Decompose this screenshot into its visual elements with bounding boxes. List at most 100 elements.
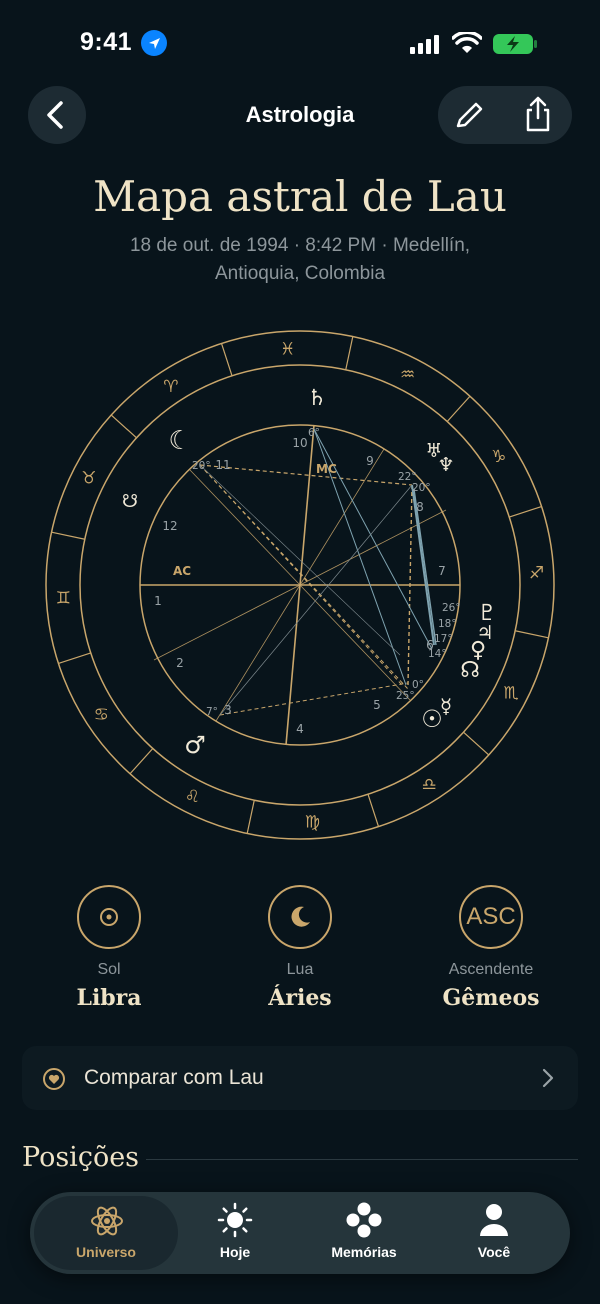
ascendant-icon: ASC: [459, 885, 523, 949]
sun-sign-card[interactable]: Sol Libra: [14, 885, 204, 1011]
moon-icon: [268, 885, 332, 949]
zodiac-divider: [367, 794, 380, 827]
house-number: 11: [215, 458, 230, 472]
dots-cluster-icon: [346, 1202, 382, 1238]
moon-glyph[interactable]: ☾: [168, 426, 191, 456]
house-number: 1: [154, 594, 162, 608]
zodiac-sign-glyph: ♍: [305, 813, 320, 833]
share-button[interactable]: [518, 94, 558, 136]
chevron-right-icon: [540, 1066, 556, 1095]
zodiac-sign-glyph: ♌: [185, 787, 200, 807]
person-icon: [480, 1204, 508, 1236]
zodiac-sign-glyph: ♐: [529, 564, 544, 584]
mc-label: MC: [316, 462, 337, 476]
house-number: 9: [366, 454, 374, 468]
edit-button[interactable]: [450, 96, 490, 136]
aspect-line: [199, 464, 413, 486]
positions-title: Posições: [22, 1142, 140, 1173]
sun-sign-value: Libra: [76, 985, 142, 1011]
neptune-glyph[interactable]: ♆: [437, 454, 454, 476]
zodiac-divider: [345, 336, 354, 370]
house-number: 12: [162, 519, 177, 533]
compare-label: Comparar com Lau: [84, 1066, 264, 1089]
status-time: 9:41: [80, 28, 133, 56]
zodiac-divider: [446, 395, 471, 422]
ac-label: AC: [173, 564, 191, 578]
degree-label: 20°: [192, 460, 211, 472]
tab-voce[interactable]: Você: [434, 1192, 554, 1274]
birth-info: 18 de out. de 1994 · 8:42 PM · Medellín,…: [90, 232, 510, 288]
degree-label: 6°: [308, 427, 320, 439]
degree-label: 14°: [428, 648, 447, 660]
tab-voce-label: Você: [477, 1244, 511, 1260]
location-arrow-icon: [141, 30, 167, 56]
house-number: 8: [416, 500, 424, 514]
zodiac-sign-glyph: ♎: [421, 775, 436, 795]
zodiac-divider: [509, 505, 542, 518]
zodiac-divider: [515, 630, 549, 639]
zodiac-sign-glyph: ♈: [163, 377, 178, 397]
house-number: 7: [438, 564, 446, 578]
tab-universo[interactable]: Universo: [46, 1192, 166, 1274]
zodiac-sign-glyph: ♉: [81, 468, 96, 488]
zodiac-divider: [463, 731, 490, 756]
house-number: 5: [373, 698, 381, 712]
house-cusp: [299, 584, 411, 701]
sun-icon: [77, 885, 141, 949]
mercury-glyph[interactable]: ☿: [440, 694, 452, 718]
ascendant-card[interactable]: ASC Ascendente Gêmeos: [396, 885, 586, 1011]
saturn-glyph[interactable]: ♄: [307, 386, 327, 411]
mars-glyph[interactable]: ♂: [184, 731, 206, 759]
house-number: 10: [292, 436, 307, 450]
degree-label: 18°: [438, 618, 457, 630]
degree-label: 7°: [206, 706, 218, 718]
birth-info-line2: Antioquia, Colombia: [214, 263, 386, 284]
house-cusp: [189, 469, 301, 586]
house-number: 4: [296, 722, 304, 736]
pencil-icon: [456, 102, 483, 128]
zodiac-divider: [220, 343, 233, 376]
degree-label: 26°: [442, 602, 461, 614]
heart-circle-icon: [42, 1067, 66, 1096]
aspect-line: [199, 464, 401, 656]
tab-hoje-label: Hoje: [219, 1244, 251, 1260]
house-cusp: [299, 448, 385, 586]
tab-universo-label: Universo: [76, 1244, 136, 1260]
natal-chart-wheel[interactable]: ♓♒♑♐♏♎♍♌♋♊♉♈ 1 2 3 4 5 6 7 8 9 10 11 12 …: [40, 325, 560, 845]
share-icon: [526, 96, 550, 132]
zodiac-sign-glyph: ♓: [280, 339, 295, 359]
zodiac-sign-glyph: ♋: [94, 705, 109, 725]
house-cusp: [153, 584, 301, 661]
zodiac-divider: [246, 800, 255, 834]
tab-hoje[interactable]: Hoje: [175, 1192, 295, 1274]
aspect-line: [219, 484, 413, 716]
zodiac-divider: [110, 414, 137, 439]
compare-row[interactable]: Comparar com Lau: [22, 1046, 578, 1110]
house-number: 3: [224, 703, 232, 717]
nav-actions: [438, 86, 572, 144]
node-glyph[interactable]: ☊: [460, 658, 480, 683]
degree-label: 17°: [434, 633, 453, 645]
house-cusp: [215, 584, 301, 722]
south-node-glyph[interactable]: ☋: [122, 491, 138, 512]
zodiac-sign-glyph: ♒: [400, 365, 415, 385]
tab-memorias[interactable]: Memórias: [304, 1192, 424, 1274]
degree-label: 20°: [412, 482, 431, 494]
moon-sign-value: Áries: [268, 985, 332, 1011]
moon-sign-card[interactable]: Lua Áries: [205, 885, 395, 1011]
house-number: 2: [176, 656, 184, 670]
zodiac-sign-glyph: ♊: [56, 588, 71, 608]
ascendant-label: Ascendente: [448, 961, 534, 978]
zodiac-sign-glyph: ♑: [491, 447, 506, 467]
sun-rays-icon: [217, 1202, 253, 1238]
cellular-signal-icon: [410, 34, 442, 59]
degree-label: 25°: [396, 690, 415, 702]
aspect-line: [199, 464, 403, 686]
zodiac-divider: [129, 748, 154, 775]
moon-sign-label: Lua: [286, 961, 314, 978]
tab-memorias-label: Memórias: [331, 1244, 397, 1260]
battery-icon: [492, 33, 538, 60]
wifi-icon: [451, 30, 483, 59]
zodiac-divider: [58, 652, 91, 665]
zodiac-divider: [51, 531, 85, 540]
